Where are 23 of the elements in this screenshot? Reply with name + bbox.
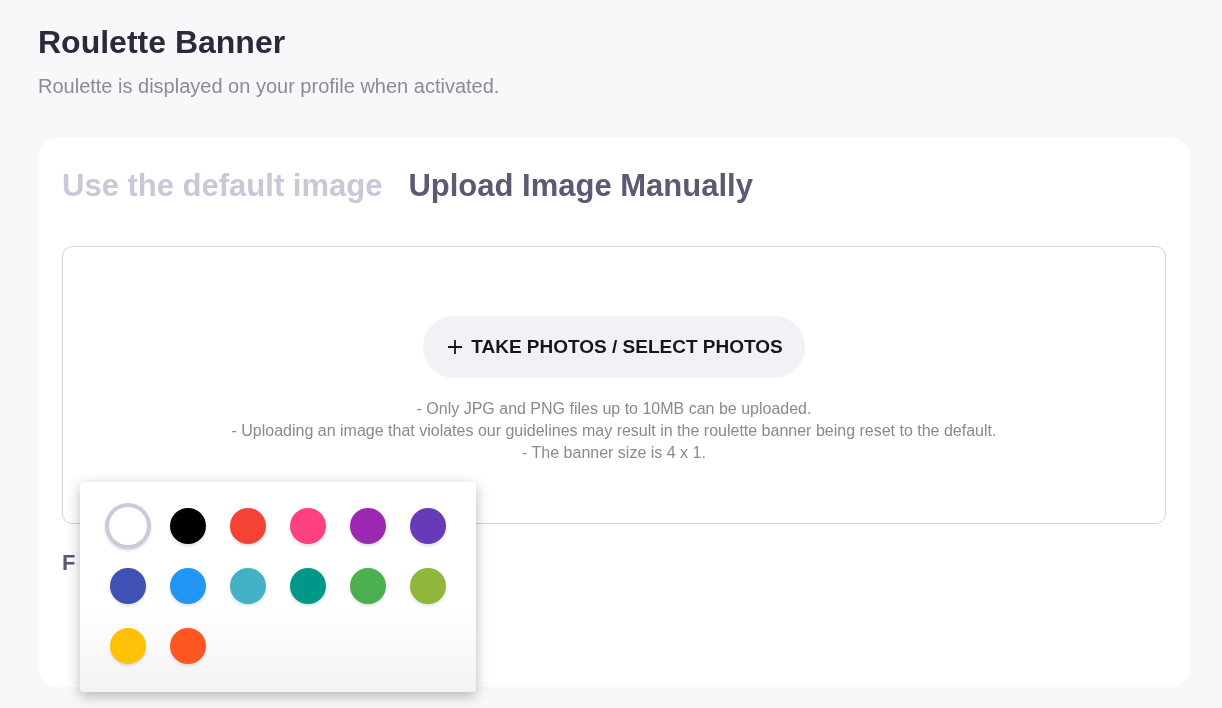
color-swatch[interactable] (230, 508, 266, 544)
color-swatch[interactable] (410, 508, 446, 544)
color-swatch[interactable] (290, 508, 326, 544)
page-title: Roulette Banner (38, 24, 286, 61)
color-swatch[interactable] (170, 508, 206, 544)
color-swatch[interactable] (110, 628, 146, 664)
color-swatch[interactable] (170, 568, 206, 604)
color-swatch[interactable] (290, 568, 326, 604)
upload-note: - Only JPG and PNG files up to 10MB can be uploaded. (416, 399, 812, 419)
page-subtitle: Roulette is displayed on your profile when activated. (38, 75, 500, 98)
upload-note: - Uploading an image that violates our guidelines may result in the roulette banner being reset to the default. (231, 421, 997, 441)
section-label: F (62, 550, 76, 576)
color-swatch[interactable] (410, 568, 446, 604)
select-photos-button[interactable]: TAKE PHOTOS / SELECT PHOTOS (423, 316, 805, 378)
upload-note: - The banner size is 4 x 1. (522, 443, 706, 463)
plus-icon (447, 339, 464, 355)
color-swatch[interactable] (350, 508, 386, 544)
tab[interactable]: Upload Image Manually (408, 168, 753, 204)
color-swatch[interactable] (110, 568, 146, 604)
color-swatch[interactable] (230, 568, 266, 604)
color-swatch[interactable] (105, 503, 151, 549)
color-swatch[interactable] (350, 568, 386, 604)
color-swatch[interactable] (170, 628, 206, 664)
